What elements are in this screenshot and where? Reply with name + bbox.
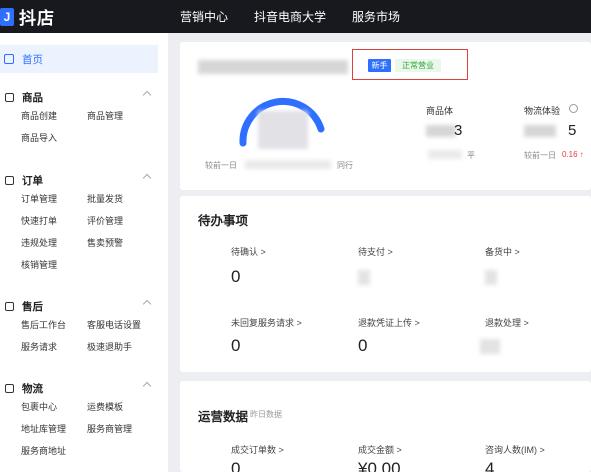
sidebar-item-sales-warning[interactable]: 售卖预警 bbox=[87, 232, 157, 254]
sidebar-section-orders: 订单 订单管理 批量发货 快速打单 评价管理 违规处理 售卖预警 核销管理 bbox=[0, 172, 158, 276]
logistics-metric-title: 物流体验 bbox=[524, 106, 561, 116]
sidebar-item-violation[interactable]: 违规处理 bbox=[21, 232, 87, 254]
nav-ecommerce-university[interactable]: 抖音电商大学 bbox=[254, 8, 326, 25]
chevron-up-icon[interactable] bbox=[142, 381, 152, 391]
todo-refund-proof-value: 0 bbox=[358, 336, 368, 355]
section-title: 物流 bbox=[22, 382, 43, 395]
sidebar-item-service-request[interactable]: 服务请求 bbox=[21, 336, 87, 358]
sidebar-item-label: 首页 bbox=[22, 53, 43, 66]
sidebar-item-batch-ship[interactable]: 批量发货 bbox=[87, 188, 157, 210]
logistics-metric-value: 5 bbox=[568, 122, 577, 139]
store-name-redacted bbox=[198, 60, 348, 74]
sidebar-item-provider-address[interactable]: 服务商地址 bbox=[21, 440, 87, 462]
ops-consult-link[interactable]: 咨询人数(IM) > bbox=[485, 443, 545, 456]
ops-amount-link[interactable]: 成交金额 > bbox=[358, 443, 402, 456]
todo-pending-payment-redacted bbox=[358, 270, 370, 285]
logistics-compare-label: 较前一日 bbox=[524, 151, 556, 160]
todo-title: 待办事项 bbox=[198, 214, 249, 228]
logistics-delta: 0.16 ↑ bbox=[562, 150, 584, 159]
logo[interactable]: J 抖店 bbox=[0, 5, 55, 28]
todo-refund-process-redacted bbox=[480, 339, 500, 354]
new-shop-badge: 新手 bbox=[368, 59, 391, 72]
todo-refund-process-link[interactable]: 退款处理 > bbox=[485, 316, 529, 329]
todo-preparing-redacted bbox=[485, 270, 497, 285]
chevron-up-icon[interactable] bbox=[142, 299, 152, 309]
logo-icon: J bbox=[0, 7, 14, 26]
compare-label: 较前一日 bbox=[205, 161, 237, 170]
box-icon bbox=[5, 301, 14, 311]
sidebar-section-aftersales: 售后 售后工作台 客服电话设置 服务请求 极速退助手 bbox=[0, 298, 158, 358]
todo-preparing-link[interactable]: 备货中 > bbox=[485, 245, 520, 258]
todo-pending-confirm-link[interactable]: 待确认 > bbox=[231, 245, 266, 258]
sidebar-item-product-create[interactable]: 商品创建 bbox=[21, 105, 87, 127]
operations-subtitle: 昨日数据 bbox=[250, 410, 282, 419]
nav-marketing-center[interactable]: 营销中心 bbox=[180, 8, 228, 25]
sidebar-item-aftersales-desk[interactable]: 售后工作台 bbox=[21, 314, 87, 336]
section-title: 商品 bbox=[22, 91, 43, 104]
home-icon bbox=[4, 54, 14, 64]
product-compare-redacted bbox=[428, 150, 462, 159]
section-title: 订单 bbox=[22, 174, 43, 187]
sidebar-item-address-manage[interactable]: 地址库管理 bbox=[21, 418, 87, 440]
sidebar-section-header[interactable]: 订单 bbox=[0, 172, 158, 188]
sidebar-item-home[interactable]: 首页 bbox=[0, 45, 158, 73]
sidebar-item-quick-print[interactable]: 快速打单 bbox=[21, 210, 87, 232]
sidebar-item-freight-template[interactable]: 运费模板 bbox=[87, 396, 157, 418]
sidebar-item-service-phone[interactable]: 客服电话设置 bbox=[87, 314, 157, 336]
sidebar-item-writeoff[interactable]: 核销管理 bbox=[21, 254, 87, 276]
score-redacted bbox=[258, 111, 308, 149]
product-metric-value: 3 bbox=[454, 122, 463, 139]
status-badge: 正常营业 bbox=[395, 59, 441, 72]
sidebar-item-fast-refund[interactable]: 极速退助手 bbox=[87, 336, 157, 358]
todo-unreplied-requests-value: 0 bbox=[231, 336, 241, 355]
sidebar-section-logistics: 物流 包裹中心 运费模板 地址库管理 服务商管理 服务商地址 bbox=[0, 380, 158, 462]
sidebar-item-order-manage[interactable]: 订单管理 bbox=[21, 188, 87, 210]
todo-refund-proof-link[interactable]: 退款凭证上传 > bbox=[358, 316, 420, 329]
ops-orders-link[interactable]: 成交订单数 > bbox=[231, 443, 284, 456]
todo-unreplied-requests-link[interactable]: 未回复服务请求 > bbox=[231, 316, 302, 329]
top-navigation-bar: J 抖店 营销中心 抖音电商大学 服务市场 bbox=[0, 0, 591, 33]
sidebar-item-product-manage[interactable]: 商品管理 bbox=[87, 105, 157, 127]
sidebar-section-product: 商品 商品创建 商品管理 商品导入 bbox=[0, 89, 158, 149]
logistics-metric-redacted bbox=[524, 125, 556, 137]
sidebar-item-product-import[interactable]: 商品导入 bbox=[21, 127, 87, 149]
operations-title: 运营数据 bbox=[198, 410, 249, 424]
top-nav: 营销中心 抖音电商大学 服务市场 bbox=[180, 8, 426, 25]
todo-pending-confirm-value: 0 bbox=[231, 267, 241, 286]
order-icon bbox=[5, 175, 14, 185]
section-title: 售后 bbox=[22, 300, 43, 313]
sidebar: 首页 商品 商品创建 商品管理 商品导入 订单 订单管理 批量发货 快速打单 评… bbox=[0, 33, 168, 472]
bag-icon bbox=[5, 92, 14, 102]
ops-orders-value: 0 bbox=[231, 459, 241, 472]
ops-amount-value: ¥0.00 bbox=[358, 459, 401, 472]
logo-text: 抖店 bbox=[19, 9, 55, 28]
sidebar-section-header[interactable]: 物流 bbox=[0, 380, 158, 396]
sidebar-item-review-manage[interactable]: 评价管理 bbox=[87, 210, 157, 232]
sidebar-item-provider-manage[interactable]: 服务商管理 bbox=[87, 418, 157, 440]
sidebar-item-package-center[interactable]: 包裹中心 bbox=[21, 396, 87, 418]
sidebar-section-header[interactable]: 售后 bbox=[0, 298, 158, 314]
compare-redacted bbox=[245, 160, 331, 169]
sidebar-section-header[interactable]: 商品 bbox=[0, 89, 158, 105]
chevron-up-icon[interactable] bbox=[142, 90, 152, 100]
chevron-up-icon[interactable] bbox=[142, 173, 152, 183]
info-icon[interactable] bbox=[569, 104, 578, 113]
product-metric-redacted bbox=[426, 125, 456, 137]
todo-pending-payment-link[interactable]: 待支付 > bbox=[358, 245, 393, 258]
product-metric-title: 商品体 bbox=[426, 106, 454, 116]
ops-consult-value: 4 bbox=[485, 459, 495, 472]
truck-icon bbox=[5, 383, 14, 393]
product-metric-sub: 平 bbox=[467, 151, 475, 160]
nav-service-market[interactable]: 服务市场 bbox=[352, 8, 400, 25]
peer-label: 同行 bbox=[337, 161, 353, 170]
